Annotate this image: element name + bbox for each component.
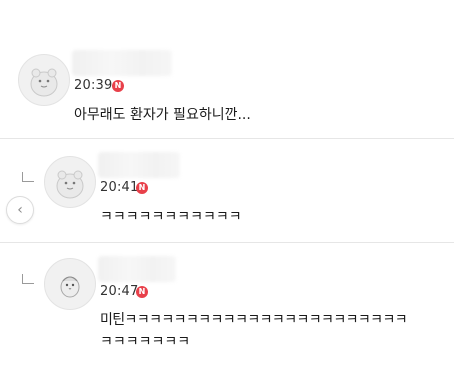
comment-time: 20:41 [100,180,139,195]
hamster-avatar-icon [56,170,84,199]
divider [0,242,454,243]
comment-time: 20:39 [74,78,113,93]
comment-text: ㅋㅋㅋㅋㅋㅋㅋㅋㅋㅋㅋ [100,209,242,225]
new-badge: N [136,286,148,298]
avatar[interactable] [44,156,96,208]
chevron-left-icon[interactable]: ‹ [6,196,34,224]
divider [0,138,454,139]
hamster-avatar-icon [30,68,58,97]
new-badge: N [112,80,124,92]
comment-text-line1: 미틴ㅋㅋㅋㅋㅋㅋㅋㅋㅋㅋㅋㅋㅋㅋㅋㅋㅋㅋㅋㅋㅋㅋㅋ [100,312,408,328]
reply-arrow-icon [22,274,34,284]
new-badge: N [136,182,148,194]
comment-text: 아무래도 환자가 필요하니깐... [74,107,251,123]
comment-text-line2: ㅋㅋㅋㅋㅋㅋㅋ [100,334,191,350]
comment-time: 20:47 [100,284,139,299]
author-name-blurred[interactable] [98,152,180,178]
author-name-blurred[interactable] [98,256,176,282]
reply-arrow-icon [22,172,34,182]
avatar[interactable] [18,54,70,106]
chick-avatar-icon [60,276,80,298]
avatar[interactable] [44,258,96,310]
author-name-blurred[interactable] [72,50,172,76]
